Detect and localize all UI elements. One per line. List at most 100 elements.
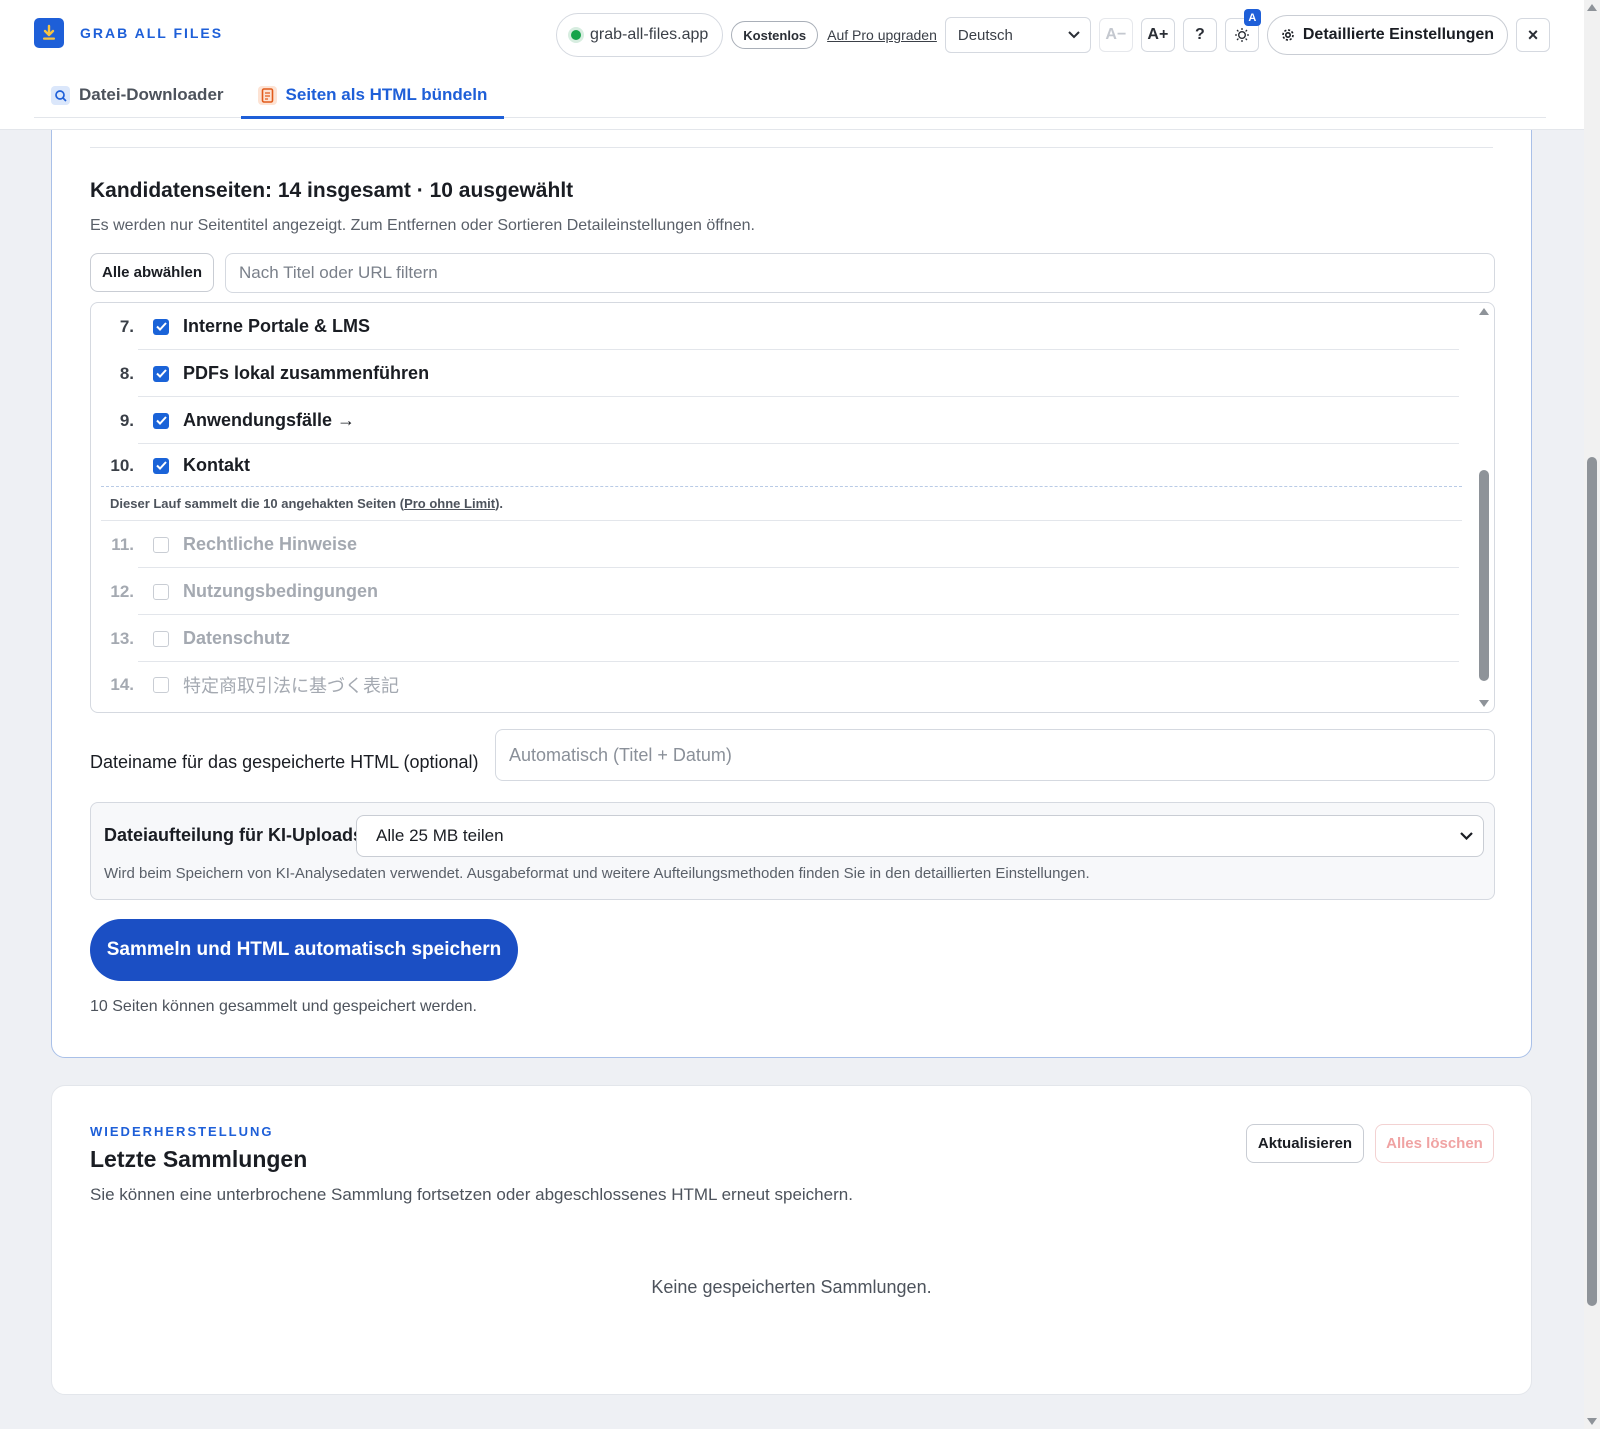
checkbox-unchecked[interactable] (153, 630, 169, 647)
item-number: 11. (111, 534, 134, 554)
close-icon: × (1527, 24, 1539, 45)
tab-bundle-html[interactable]: Seiten als HTML bündeln (240, 72, 505, 119)
checkbox-checked[interactable] (153, 318, 169, 335)
list-item[interactable]: 9. Anwendungsfälle → (91, 397, 1471, 444)
font-increase-label: A+ (1147, 26, 1169, 43)
page-scroll-up-icon[interactable] (1587, 4, 1597, 11)
deselect-all-label: Alle abwählen (101, 264, 203, 281)
checkmark-icon (155, 369, 167, 378)
download-logo-icon (34, 18, 64, 48)
page-scroll-thumb[interactable] (1587, 457, 1597, 1306)
page-scrollbar[interactable] (1584, 0, 1600, 1429)
font-decrease-label: A− (1105, 26, 1127, 43)
sun-icon (1234, 28, 1249, 42)
language-select[interactable]: Deutsch (944, 17, 1091, 53)
theme-toggle-button[interactable]: A (1224, 9, 1261, 52)
item-title: Datenschutz (183, 628, 291, 648)
checkmark-icon (155, 322, 167, 331)
detail-settings-label: Detaillierte Einstellungen (1302, 26, 1495, 43)
checkbox-checked[interactable] (153, 457, 169, 474)
split-label: Dateiaufteilung für KI-Uploads (104, 825, 364, 845)
upgrade-link[interactable]: Auf Pro upgraden (827, 27, 937, 43)
item-number: 7. (119, 316, 134, 336)
tab-bar: Datei-Downloader Seiten als HTML bündeln (34, 72, 1546, 119)
limit-note-suffix: ). (495, 496, 504, 511)
detail-settings-button[interactable]: Detaillierte Einstellungen (1266, 15, 1509, 55)
clear-all-label: Alles löschen (1386, 1135, 1483, 1152)
item-number: 14. (110, 674, 134, 694)
list-item[interactable]: 13. Datenschutz (91, 615, 1471, 662)
checkbox-checked[interactable] (153, 365, 169, 382)
filter-input[interactable] (225, 253, 1495, 293)
checkbox-unchecked[interactable] (153, 583, 169, 600)
item-number: 8. (119, 363, 134, 383)
limit-note: Dieser Lauf sammelt die 10 angehakten Se… (101, 486, 1462, 521)
top-bar: GRAB ALL FILES grab-all-files.app Kosten… (0, 0, 1584, 130)
item-title: Kontakt (183, 455, 250, 475)
scroll-thumb[interactable] (1479, 470, 1489, 681)
candidates-subtitle: Es werden nur Seitentitel angezeigt. Zum… (90, 217, 755, 234)
page-scroll-down-icon[interactable] (1587, 1418, 1597, 1425)
empty-state: Keine gespeicherten Sammlungen. (651, 1277, 932, 1297)
status-dot-icon (571, 30, 581, 40)
recovery-eyebrow: WIEDERHERSTELLUNG (90, 1124, 274, 1139)
candidates-title: Kandidatenseiten: 14 insgesamt · 10 ausg… (90, 179, 574, 202)
site-label: grab-all-files.app (590, 26, 709, 43)
auto-theme-badge: A (1243, 9, 1261, 26)
list-item[interactable]: 11. Rechtliche Hinweise (91, 521, 1471, 568)
item-number: 12. (110, 581, 134, 601)
limit-note-prefix: Dieser Lauf sammelt die 10 angehakten Se… (110, 496, 405, 511)
list-scrollbar[interactable] (1474, 303, 1494, 712)
refresh-button[interactable]: Aktualisieren (1246, 1124, 1364, 1163)
recovery-card: WIEDERHERSTELLUNG Letzte Sammlungen Sie … (51, 1085, 1532, 1395)
chevron-down-icon (1460, 832, 1473, 840)
site-indicator[interactable]: grab-all-files.app (556, 13, 724, 57)
list-item[interactable]: 14. 特定商取引法に基づく表記 (91, 661, 1471, 708)
list-item[interactable]: 8. PDFs lokal zusammenführen (91, 350, 1471, 397)
scroll-up-icon[interactable] (1479, 308, 1489, 315)
close-button[interactable]: × (1516, 18, 1551, 52)
help-button[interactable]: ? (1182, 18, 1217, 52)
filename-input[interactable] (495, 729, 1495, 781)
item-number: 10. (110, 455, 134, 475)
header-controls: grab-all-files.app Kostenlos Auf Pro upg… (556, 9, 1551, 57)
brand: GRAB ALL FILES (34, 18, 223, 48)
collect-and-save-button[interactable]: Sammeln und HTML automatisch speichern (90, 919, 518, 981)
filename-label: Dateiname für das gespeicherte HTML (opt… (90, 752, 479, 772)
tab-label: Seiten als HTML bündeln (285, 85, 488, 104)
split-hint: Wird beim Speichern von KI-Analysedaten … (104, 865, 1090, 882)
item-number: 9. (119, 410, 134, 430)
tab-file-downloader[interactable]: Datei-Downloader (34, 72, 241, 118)
recovery-subtitle: Sie können eine unterbrochene Sammlung f… (90, 1185, 853, 1204)
plan-badge: Kostenlos (731, 21, 819, 49)
gear-icon (1282, 29, 1294, 41)
list-item[interactable]: 10. Kontakt (91, 442, 1471, 489)
language-value: Deutsch (957, 26, 1013, 44)
checkbox-unchecked[interactable] (153, 536, 169, 553)
checkmark-icon (155, 461, 167, 470)
item-title: PDFs lokal zusammenführen (183, 363, 430, 383)
divider (90, 147, 1493, 148)
pro-unlimited-link[interactable]: Pro ohne Limit (404, 496, 495, 511)
font-decrease-button[interactable]: A− (1098, 18, 1133, 52)
checkbox-checked[interactable] (153, 412, 169, 429)
recovery-title: Letzte Sammlungen (90, 1146, 308, 1172)
deselect-all-button[interactable]: Alle abwählen (90, 253, 214, 292)
list-item[interactable]: 7. Interne Portale & LMS (91, 303, 1471, 350)
font-increase-button[interactable]: A+ (1140, 18, 1175, 52)
checkbox-unchecked[interactable] (153, 676, 169, 693)
split-select[interactable]: Alle 25 MB teilen (356, 815, 1484, 857)
help-label: ? (1194, 26, 1205, 43)
item-title: Rechtliche Hinweise (183, 534, 358, 554)
list-item[interactable]: 12. Nutzungsbedingungen (91, 568, 1471, 615)
clear-all-button[interactable]: Alles löschen (1375, 1124, 1494, 1163)
split-value: Alle 25 MB teilen (376, 826, 504, 845)
scroll-down-icon[interactable] (1479, 700, 1489, 707)
document-icon (257, 85, 277, 105)
chevron-down-icon (1068, 31, 1080, 39)
candidate-list[interactable]: 7. Interne Portale & LMS 8. PDFs lokal z… (90, 302, 1495, 713)
bundle-card: Kandidatenseiten: 14 insgesamt · 10 ausg… (51, 100, 1532, 1058)
item-number: 13. (110, 628, 134, 648)
item-title: 特定商取引法に基づく表記 (183, 675, 399, 696)
item-title: Interne Portale & LMS (183, 316, 371, 336)
